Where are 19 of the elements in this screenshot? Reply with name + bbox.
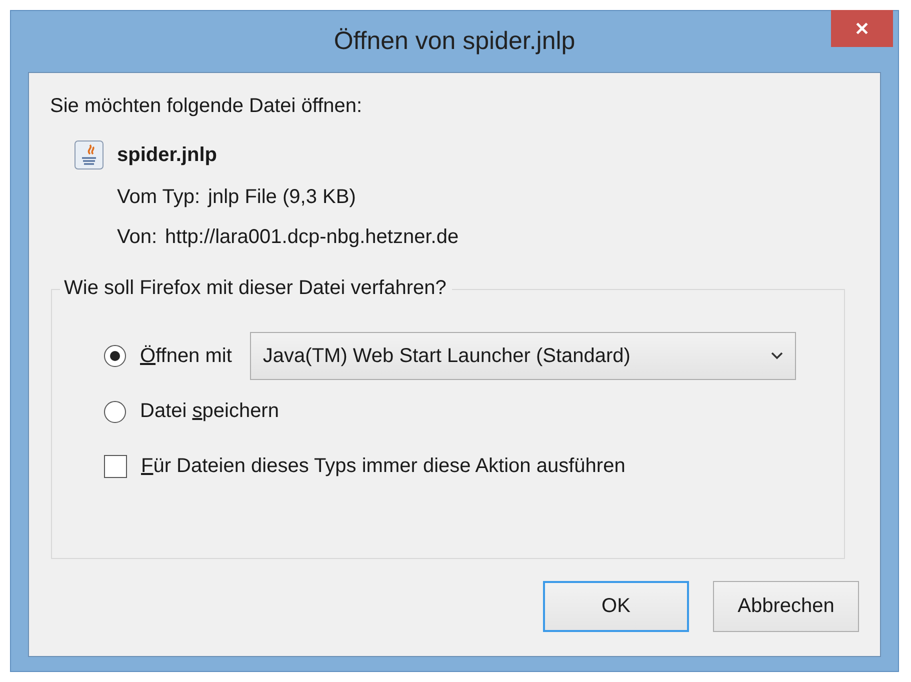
option-label: Öffnen mit [140,344,232,368]
file-name: spider.jnlp [117,144,218,166]
dialog-button[interactable]: Abbrechen [713,581,859,632]
option-label: Datei speichern [140,400,279,423]
application-dropdown[interactable]: Java(TM) Web Start Launcher (Standard) [250,332,796,380]
caret-icon [770,352,783,360]
radio-button[interactable] [104,345,126,367]
radio-button[interactable] [104,400,126,422]
detail-value: http://lara001.dcp-nbg.hetzner.de [165,226,459,249]
option-label: Für Dateien dieses Typs immer diese Aktion ausführen [141,455,626,478]
java-file-icon [74,140,104,170]
window-title: Öffnen von spider.jnlp [334,27,576,56]
detail-label: Vom Typ: [117,186,200,209]
detail-label: Von: [117,226,158,249]
checkbox[interactable] [104,455,127,478]
close-button[interactable]: ✕ [831,10,893,47]
dialog-button[interactable]: OK [543,581,689,632]
detail-value: jnlp File (9,3 KB) [208,186,356,209]
intro-text: Sie möchten folgende Datei öffnen: [50,95,364,118]
